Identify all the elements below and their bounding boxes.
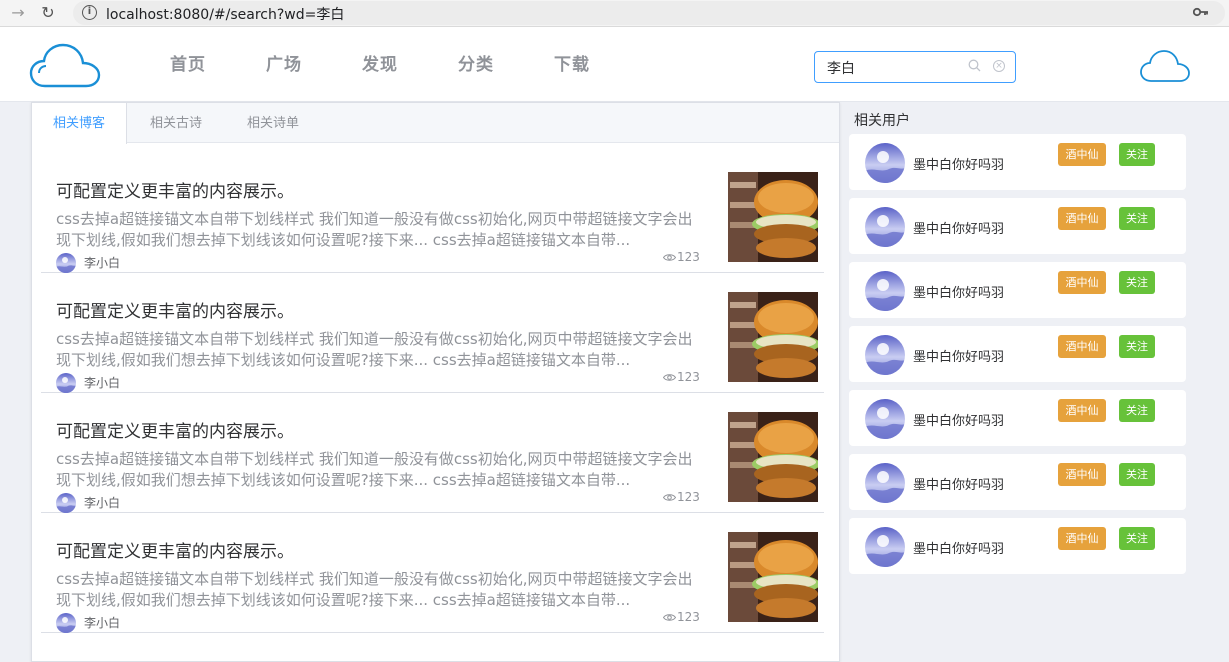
url-text: localhost:8080/#/search?wd=李白: [106, 7, 345, 23]
user-card: 墨中白你好吗羽 酒中仙 关注: [849, 518, 1186, 574]
key-icon[interactable]: [1192, 5, 1209, 21]
view-count-value: 123: [677, 250, 700, 264]
follow-button[interactable]: 关注: [1119, 335, 1155, 358]
blog-description: css去掉a超链接锚文本自带下划线样式 我们知道一般没有做css初始化,网页中带…: [56, 210, 693, 249]
tab-poem-lists[interactable]: 相关诗单: [226, 103, 320, 143]
menu-item-download[interactable]: 下载: [554, 50, 650, 75]
reload-icon[interactable]: ↻: [38, 4, 58, 22]
user-tag-badge: 酒中仙: [1058, 271, 1106, 294]
blog-item[interactable]: 可配置定义更丰富的内容展示。 css去掉a超链接锚文本自带下划线样式 我们知道一…: [41, 273, 824, 393]
follow-button[interactable]: 关注: [1119, 207, 1155, 230]
blog-thumbnail[interactable]: [728, 412, 818, 502]
results-tabs: 相关博客 相关古诗 相关诗单: [32, 103, 839, 144]
menu-item-home[interactable]: 首页: [170, 50, 266, 75]
menu-item-square[interactable]: 广场: [266, 50, 362, 75]
view-count-value: 123: [677, 610, 700, 624]
user-name[interactable]: 墨中白你好吗羽: [913, 538, 1004, 557]
blog-author[interactable]: 李小白: [84, 494, 120, 511]
blog-item[interactable]: 可配置定义更丰富的内容展示。 css去掉a超链接锚文本自带下划线样式 我们知道一…: [41, 513, 824, 633]
user-avatar[interactable]: [865, 335, 905, 375]
blog-author[interactable]: 李小白: [84, 254, 120, 271]
user-avatar[interactable]: [865, 207, 905, 247]
user-card: 墨中白你好吗羽 酒中仙 关注: [849, 390, 1186, 446]
arrow-forward-icon[interactable]: →: [8, 4, 28, 22]
eye-icon: [663, 494, 676, 501]
blog-item[interactable]: 可配置定义更丰富的内容展示。 css去掉a超链接锚文本自带下划线样式 我们知道一…: [41, 393, 824, 513]
user-card: 墨中白你好吗羽 酒中仙 关注: [849, 198, 1186, 254]
browser-toolbar: → ↻ i localhost:8080/#/search?wd=李白: [0, 0, 1229, 27]
user-name[interactable]: 墨中白你好吗羽: [913, 154, 1004, 173]
follow-button[interactable]: 关注: [1119, 463, 1155, 486]
blog-description: css去掉a超链接锚文本自带下划线样式 我们知道一般没有做css初始化,网页中带…: [56, 450, 693, 489]
related-users-title: 相关用户: [854, 113, 910, 129]
tab-poems[interactable]: 相关古诗: [129, 103, 223, 143]
user-card: 墨中白你好吗羽 酒中仙 关注: [849, 454, 1186, 510]
user-tag-badge: 酒中仙: [1058, 399, 1106, 422]
cloud-user-icon[interactable]: [1139, 48, 1191, 88]
user-name[interactable]: 墨中白你好吗羽: [913, 282, 1004, 301]
user-tag-badge: 酒中仙: [1058, 335, 1106, 358]
search-input[interactable]: [827, 58, 967, 78]
main-menu: 首页 广场 发现 分类 下载: [170, 50, 650, 75]
user-name[interactable]: 墨中白你好吗羽: [913, 218, 1004, 237]
follow-button[interactable]: 关注: [1119, 143, 1155, 166]
author-avatar[interactable]: [56, 373, 76, 393]
user-tag-badge: 酒中仙: [1058, 527, 1106, 550]
eye-icon: [663, 614, 676, 621]
search-results-panel: 相关博客 相关古诗 相关诗单 可配置定义更丰富的内容展示。 css去掉a超链接锚…: [31, 102, 840, 662]
user-avatar[interactable]: [865, 399, 905, 439]
author-avatar[interactable]: [56, 253, 76, 273]
blog-thumbnail[interactable]: [728, 172, 818, 262]
menu-item-discover[interactable]: 发现: [362, 50, 458, 75]
info-icon[interactable]: i: [82, 5, 97, 20]
user-card: 墨中白你好吗羽 酒中仙 关注: [849, 262, 1186, 318]
blog-title[interactable]: 可配置定义更丰富的内容展示。: [56, 417, 294, 442]
user-name[interactable]: 墨中白你好吗羽: [913, 474, 1004, 493]
search-icon[interactable]: [968, 59, 981, 72]
user-avatar[interactable]: [865, 527, 905, 567]
blog-item[interactable]: 可配置定义更丰富的内容展示。 css去掉a超链接锚文本自带下划线样式 我们知道一…: [41, 153, 824, 273]
cloud-logo-icon[interactable]: [29, 42, 101, 94]
menu-item-category[interactable]: 分类: [458, 50, 554, 75]
blog-title[interactable]: 可配置定义更丰富的内容展示。: [56, 297, 294, 322]
blog-thumbnail[interactable]: [728, 532, 818, 622]
user-avatar[interactable]: [865, 271, 905, 311]
tab-blogs[interactable]: 相关博客: [32, 103, 128, 144]
user-avatar[interactable]: [865, 143, 905, 183]
blog-author[interactable]: 李小白: [84, 374, 120, 391]
blog-title[interactable]: 可配置定义更丰富的内容展示。: [56, 537, 294, 562]
view-count: 123: [663, 370, 700, 384]
blog-author[interactable]: 李小白: [84, 614, 120, 631]
clear-icon[interactable]: ×: [993, 60, 1005, 72]
follow-button[interactable]: 关注: [1119, 399, 1155, 422]
user-avatar[interactable]: [865, 463, 905, 503]
user-name[interactable]: 墨中白你好吗羽: [913, 346, 1004, 365]
user-tag-badge: 酒中仙: [1058, 207, 1106, 230]
site-header: 首页 广场 发现 分类 下载 ×: [0, 27, 1229, 102]
view-count: 123: [663, 250, 700, 264]
author-avatar[interactable]: [56, 613, 76, 633]
author-avatar[interactable]: [56, 493, 76, 513]
blog-description: css去掉a超链接锚文本自带下划线样式 我们知道一般没有做css初始化,网页中带…: [56, 330, 693, 369]
eye-icon: [663, 374, 676, 381]
eye-icon: [663, 254, 676, 261]
view-count-value: 123: [677, 490, 700, 504]
blog-thumbnail[interactable]: [728, 292, 818, 382]
user-name[interactable]: 墨中白你好吗羽: [913, 410, 1004, 429]
view-count: 123: [663, 610, 700, 624]
blog-description: css去掉a超链接锚文本自带下划线样式 我们知道一般没有做css初始化,网页中带…: [56, 570, 693, 609]
user-card: 墨中白你好吗羽 酒中仙 关注: [849, 134, 1186, 190]
follow-button[interactable]: 关注: [1119, 271, 1155, 294]
blog-title[interactable]: 可配置定义更丰富的内容展示。: [56, 177, 294, 202]
search-box: ×: [814, 51, 1016, 83]
view-count-value: 123: [677, 370, 700, 384]
address-bar[interactable]: i localhost:8080/#/search?wd=李白: [73, 1, 1225, 25]
user-tag-badge: 酒中仙: [1058, 463, 1106, 486]
view-count: 123: [663, 490, 700, 504]
user-card: 墨中白你好吗羽 酒中仙 关注: [849, 326, 1186, 382]
user-tag-badge: 酒中仙: [1058, 143, 1106, 166]
follow-button[interactable]: 关注: [1119, 527, 1155, 550]
